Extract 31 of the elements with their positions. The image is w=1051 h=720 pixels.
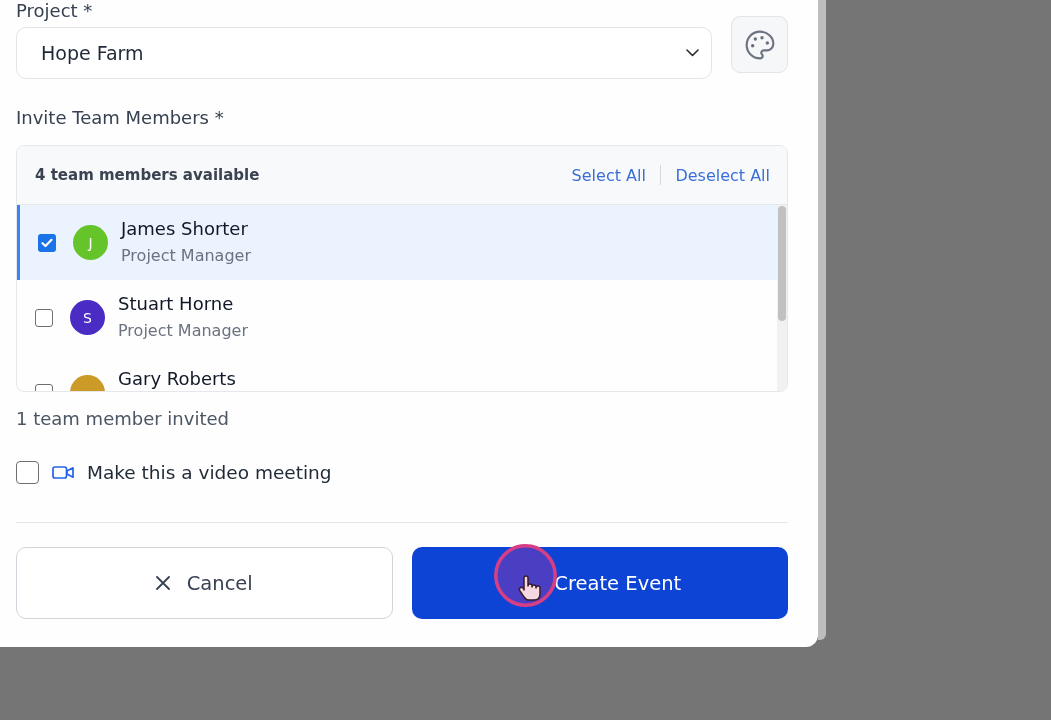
deselect-all-link[interactable]: Deselect All [675, 165, 770, 185]
scrollbar-track[interactable] [777, 205, 787, 391]
member-checkbox[interactable] [35, 308, 53, 327]
video-meeting-label: Make this a video meeting [87, 462, 332, 483]
member-row[interactable]: Gary Roberts [17, 355, 777, 391]
member-name: Gary Roberts [118, 367, 236, 391]
field-label: Invite Team Members * [16, 107, 225, 129]
close-icon [155, 576, 170, 590]
video-checkbox[interactable] [16, 461, 39, 484]
member-role: Project Manager [118, 320, 248, 342]
select-all-link[interactable]: Select All [571, 165, 646, 185]
cancel-button[interactable]: Cancel [16, 547, 393, 619]
member-name: James Shorter [121, 217, 249, 241]
member-checkbox[interactable] [38, 233, 56, 252]
member-role: Project Manager [121, 245, 251, 267]
scrollbar-thumb[interactable] [778, 206, 786, 321]
project-select[interactable]: Hope Farm [16, 27, 712, 79]
field-label: Project * [16, 0, 94, 22]
available-count: 4 team members available [35, 166, 260, 184]
member-avatar: S [70, 300, 105, 335]
palette-button[interactable] [731, 16, 788, 73]
window-scrollbar[interactable] [818, 0, 826, 640]
member-name: Stuart Horne [118, 292, 235, 316]
video-camera-icon [52, 466, 74, 479]
member-row[interactable]: S Stuart Horne Project Manager [17, 280, 777, 355]
chevron-down-icon [686, 49, 699, 57]
hand-cursor-icon [494, 544, 557, 607]
palette-icon [743, 28, 776, 61]
member-avatar: J [73, 225, 108, 260]
member-row[interactable]: J James Shorter Project Manager [17, 205, 777, 280]
invited-count: 1 team member invited [16, 408, 230, 430]
